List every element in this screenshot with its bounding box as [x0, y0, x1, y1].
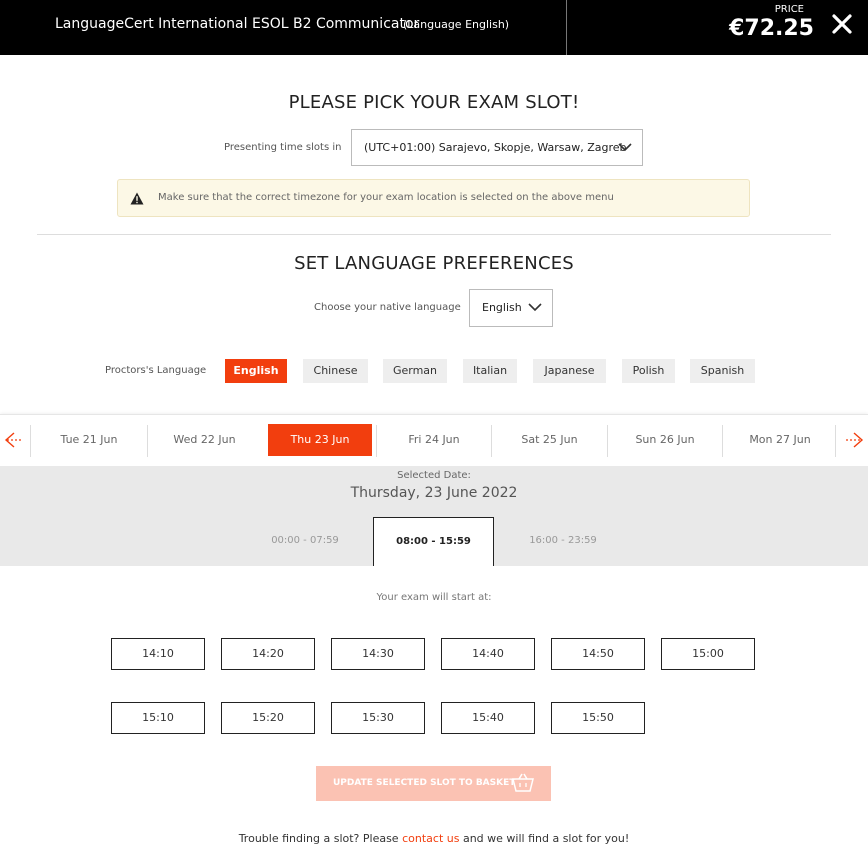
native-language-value: English — [482, 301, 522, 314]
time-slot-1500[interactable]: 15:00 — [661, 638, 755, 670]
proctor-lang-italian[interactable]: Italian — [463, 359, 517, 383]
time-range-night[interactable]: 00:00 - 07:59 — [256, 517, 354, 566]
native-language-label: Choose your native language — [314, 302, 461, 313]
help-text-after: and we will find a slot for you! — [462, 832, 630, 845]
proctor-lang-chinese[interactable]: Chinese — [303, 359, 368, 383]
date-selector: Tue 21 Jun Wed 22 Jun Thu 23 Jun Fri 24 … — [0, 414, 868, 466]
time-slot-1540[interactable]: 15:40 — [441, 702, 535, 734]
proctor-language-label: Proctors's Language — [105, 365, 207, 376]
time-slot-1530[interactable]: 15:30 — [331, 702, 425, 734]
pick-slot-heading: PLEASE PICK YOUR EXAM SLOT! — [288, 92, 580, 113]
exam-title: LanguageCert International ESOL B2 Commu… — [55, 16, 420, 32]
proctor-lang-english[interactable]: English — [225, 359, 287, 383]
top-bar: LanguageCert International ESOL B2 Commu… — [0, 0, 868, 55]
day-tue-21[interactable]: Tue 21 Jun — [32, 424, 146, 456]
exam-language: (Language English) — [403, 18, 510, 31]
time-range-day[interactable]: 08:00 - 15:59 — [373, 517, 494, 566]
day-separator — [491, 425, 492, 457]
time-slot-1440[interactable]: 14:40 — [441, 638, 535, 670]
day-fri-24[interactable]: Fri 24 Jun — [378, 424, 490, 456]
day-wed-22[interactable]: Wed 22 Jun — [149, 424, 260, 456]
arrow-left-icon[interactable] — [2, 429, 24, 451]
time-slot-1410[interactable]: 14:10 — [111, 638, 205, 670]
chevron-down-icon — [528, 303, 542, 312]
day-sat-25[interactable]: Sat 25 Jun — [493, 424, 606, 456]
section-divider — [37, 234, 831, 235]
day-separator — [376, 425, 377, 457]
warning-icon — [130, 192, 144, 205]
timezone-value: (UTC+01:00) Sarajevo, Skopje, Warsaw, Za… — [364, 141, 627, 154]
contact-us-link[interactable]: contact us — [402, 832, 459, 845]
selected-date-label: Selected Date: — [397, 470, 471, 481]
close-icon[interactable] — [830, 12, 854, 36]
header-divider — [566, 0, 567, 55]
time-slot-1520[interactable]: 15:20 — [221, 702, 315, 734]
update-basket-button[interactable]: UPDATE SELECTED SLOT TO BASKET — [316, 766, 551, 801]
day-mon-27[interactable]: Mon 27 Jun — [724, 424, 836, 456]
timezone-select[interactable]: (UTC+01:00) Sarajevo, Skopje, Warsaw, Za… — [351, 129, 643, 166]
time-slot-1450[interactable]: 14:50 — [551, 638, 645, 670]
time-slot-1420[interactable]: 14:20 — [221, 638, 315, 670]
proctor-lang-japanese[interactable]: Japanese — [533, 359, 606, 383]
day-separator — [722, 425, 723, 457]
basket-icon — [512, 773, 534, 792]
day-sun-26[interactable]: Sun 26 Jun — [609, 424, 721, 456]
day-thu-23[interactable]: Thu 23 Jun — [268, 424, 372, 456]
time-slot-1430[interactable]: 14:30 — [331, 638, 425, 670]
chevron-down-icon — [618, 143, 632, 152]
warning-text: Make sure that the correct timezone for … — [158, 192, 614, 203]
arrow-right-icon[interactable] — [844, 429, 866, 451]
proctor-lang-spanish[interactable]: Spanish — [690, 359, 755, 383]
price-value: €72.25 — [729, 16, 814, 41]
day-separator — [835, 425, 836, 457]
update-basket-label: UPDATE SELECTED SLOT TO BASKET — [333, 778, 516, 788]
day-separator — [147, 425, 148, 457]
native-language-select[interactable]: English — [469, 289, 553, 327]
time-slot-1510[interactable]: 15:10 — [111, 702, 205, 734]
time-range-evening[interactable]: 16:00 - 23:59 — [513, 517, 613, 566]
help-footer: Trouble finding a slot? Please contact u… — [0, 832, 868, 845]
timezone-warning: Make sure that the correct timezone for … — [117, 179, 750, 217]
proctor-lang-german[interactable]: German — [383, 359, 447, 383]
language-heading: SET LANGUAGE PREFERENCES — [294, 253, 574, 274]
selected-date: Thursday, 23 June 2022 — [350, 485, 518, 501]
price-label: PRICE — [774, 4, 804, 15]
proctor-lang-polish[interactable]: Polish — [622, 359, 675, 383]
time-slot-1550[interactable]: 15:50 — [551, 702, 645, 734]
day-separator — [607, 425, 608, 457]
day-separator — [30, 425, 31, 457]
help-text-before: Trouble finding a slot? Please — [238, 832, 399, 845]
timezone-label: Presenting time slots in — [224, 142, 342, 153]
start-time-label: Your exam will start at: — [376, 592, 492, 603]
